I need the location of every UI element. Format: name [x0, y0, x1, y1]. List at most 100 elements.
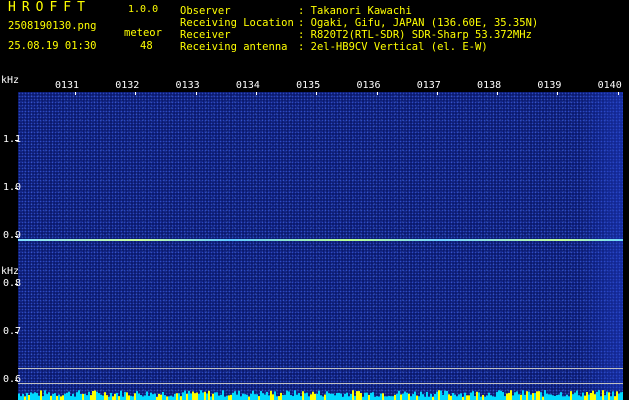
spectrum-bar	[148, 395, 150, 400]
spectrum-bar	[210, 396, 212, 400]
spectrum-bar	[584, 395, 586, 400]
spectrum-bar	[130, 395, 132, 400]
spectrum-bar	[610, 396, 612, 400]
spectrum-bar	[80, 393, 82, 400]
datetime-label: 25.08.19 01:30	[8, 40, 97, 52]
spectrum-bar	[240, 396, 242, 400]
spectrum-bar	[590, 392, 592, 400]
spectrum-bar	[152, 394, 154, 400]
spectrum-bar	[468, 395, 470, 400]
spectrum-bar	[498, 390, 500, 400]
time-tick-mark	[436, 92, 438, 95]
time-tick-label: 0140	[597, 80, 622, 91]
spectrum-bar	[422, 394, 424, 400]
spectrum-bar	[506, 393, 508, 400]
spectrum-bar	[256, 394, 258, 400]
spectrum-bar	[190, 393, 192, 400]
spectrum-bar	[186, 393, 188, 400]
spectrum-bar	[282, 395, 284, 400]
spectrum-bar	[296, 394, 298, 400]
time-tick-mark	[557, 92, 559, 95]
spectrum-bar	[398, 390, 400, 400]
spectrum-bar	[28, 395, 30, 400]
spectrum-bar	[324, 394, 326, 400]
info-label: Observer	[180, 5, 231, 17]
reference-line	[18, 382, 623, 384]
spectrum-bar	[358, 391, 360, 400]
time-tick-label: 0132	[115, 80, 140, 91]
spectrum-bar	[438, 390, 440, 400]
spectrum-bar	[382, 393, 384, 400]
spectrum-bar	[562, 396, 564, 400]
time-tick-label: 0133	[175, 80, 200, 91]
spectrum-bar	[226, 395, 228, 400]
spectrum-bar	[594, 394, 596, 400]
spectrum-bar	[566, 394, 568, 400]
spectrum-bar	[384, 396, 386, 400]
spectrum-bar	[452, 392, 454, 400]
spectrum-bar	[458, 394, 460, 400]
spectrum-bar	[464, 392, 466, 400]
spectrum-bar	[232, 392, 234, 400]
spectrum-bar	[124, 392, 126, 400]
freq-tick-mark	[15, 188, 18, 190]
spectrum-bar	[466, 395, 468, 400]
spectrum-bar	[390, 396, 392, 400]
spectrum-bar	[586, 392, 588, 400]
spectrum-bar	[478, 392, 480, 400]
spectrum-bar	[380, 393, 382, 400]
spectrum-bar	[64, 393, 66, 400]
spectrum-bar	[268, 395, 270, 400]
spectrum-bar	[400, 394, 402, 400]
spectrum-bar	[116, 392, 118, 400]
spectrum-bar	[98, 393, 100, 400]
spectrum-bar	[266, 391, 268, 400]
spectrum-bar	[456, 396, 458, 400]
spectrum-bar	[204, 391, 206, 400]
spectrum-bar	[52, 393, 54, 400]
time-tick-label: 0136	[356, 80, 381, 91]
spectrum-bar	[54, 393, 56, 400]
spectrum-bar	[238, 390, 240, 400]
time-tick-label: 0138	[477, 80, 502, 91]
spectrum-bar	[74, 396, 76, 400]
spectrum-bar	[36, 393, 38, 400]
spectrum-bar	[360, 393, 362, 400]
spectrum-bar	[320, 395, 322, 400]
spectrum-bar	[490, 395, 492, 400]
spectrum-bar	[234, 391, 236, 400]
spectrum-bar	[608, 392, 610, 400]
spectrum-bar	[126, 392, 128, 400]
spectrum-bar	[132, 396, 134, 400]
spectrum-bar	[340, 393, 342, 400]
spectrum-bar	[588, 394, 590, 400]
spectrum-bar	[334, 395, 336, 400]
time-tick-mark	[376, 92, 378, 95]
spectrum-bar	[46, 394, 48, 400]
spectrum-bar	[474, 396, 476, 400]
spectrum-bar	[18, 393, 20, 400]
spectrum-bar	[294, 390, 296, 400]
time-tick-mark	[316, 92, 318, 95]
time-tick-mark	[75, 92, 76, 95]
spectrogram-edge-noise	[578, 92, 623, 390]
spectrum-bar	[386, 396, 388, 400]
spectrum-bar	[436, 391, 438, 400]
spectrum-bar	[312, 391, 314, 400]
spectrum-bar	[88, 391, 90, 400]
spectrum-bar	[582, 392, 584, 400]
spectrum-bar	[216, 392, 218, 400]
spectrum-bar	[198, 393, 200, 400]
spectrum-bar	[242, 393, 244, 400]
spectrum-bar	[138, 393, 140, 400]
spectrum-bar	[318, 390, 320, 400]
info-value: : R820T2(RTL-SDR) SDR-Sharp 53.372MHz	[298, 29, 532, 41]
spectrum-bar	[430, 393, 432, 400]
spectrum-bar	[68, 391, 70, 400]
freq-tick-label: 0.8	[3, 278, 22, 290]
spectrum-bar	[106, 395, 108, 400]
spectrum-bar	[620, 392, 622, 400]
spectrum-bar	[364, 392, 366, 400]
spectrum-bar	[524, 394, 526, 400]
spectrum-bar	[114, 393, 116, 400]
